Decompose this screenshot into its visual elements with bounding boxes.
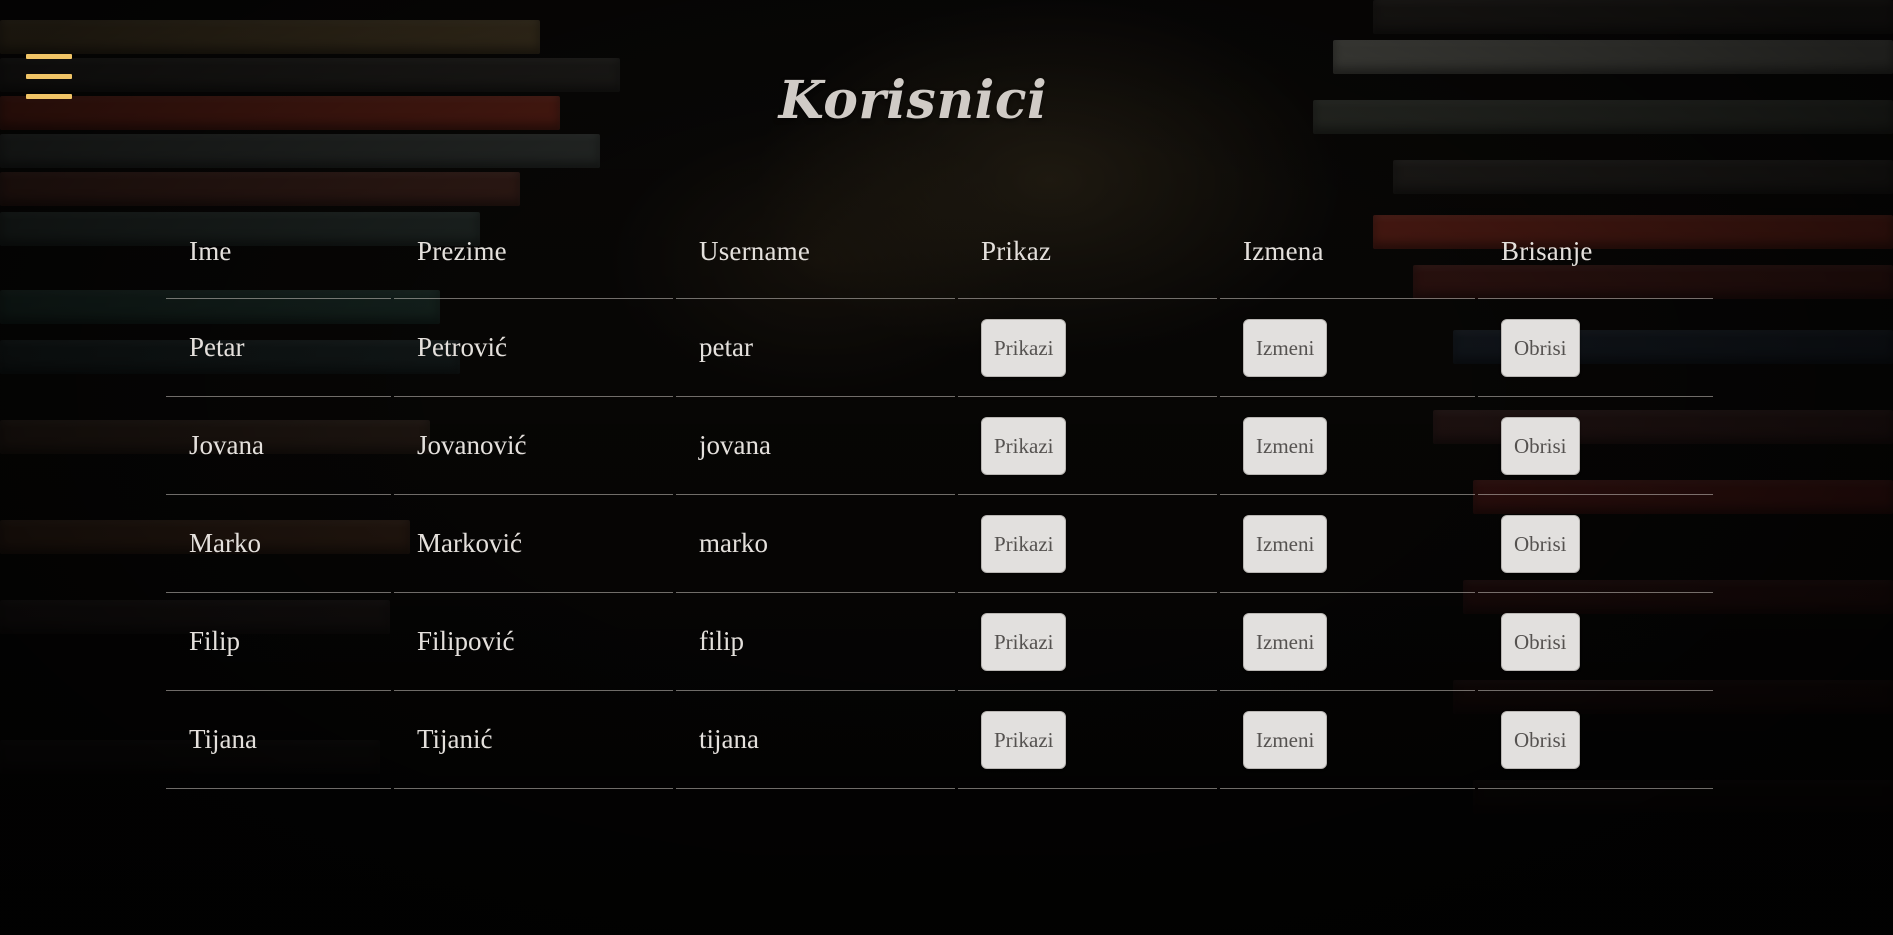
cell-prezime: Petrović [392, 298, 675, 397]
cell-username: petar [674, 298, 957, 397]
edit-button[interactable]: Izmeni [1243, 514, 1328, 573]
edit-button[interactable]: Izmeni [1243, 318, 1328, 377]
cell-prikaz: Prikazi [956, 396, 1219, 495]
column-header-prikaz: Prikaz [956, 205, 1219, 299]
view-button[interactable]: Prikazi [981, 514, 1067, 573]
cell-brisanje: Obrisi [1476, 690, 1713, 789]
view-button[interactable]: Prikazi [981, 612, 1067, 671]
cell-izmena: Izmeni [1218, 690, 1477, 789]
cell-brisanje: Obrisi [1476, 396, 1713, 495]
cell-ime: Tijana [166, 690, 393, 789]
users-table: Ime Prezime Username Prikaz Izmena Brisa… [166, 205, 1713, 789]
edit-button[interactable]: Izmeni [1243, 710, 1328, 769]
view-button[interactable]: Prikazi [981, 416, 1067, 475]
menu-bar-top [26, 54, 72, 59]
cell-prikaz: Prikazi [956, 690, 1219, 789]
cell-username: filip [674, 592, 957, 691]
cell-ime: Marko [166, 494, 393, 593]
cell-prikaz: Prikazi [956, 298, 1219, 397]
edit-button[interactable]: Izmeni [1243, 612, 1328, 671]
page-title: Korisnici [778, 70, 1048, 131]
delete-button[interactable]: Obrisi [1501, 416, 1580, 475]
cell-izmena: Izmeni [1218, 494, 1477, 593]
table-row: Filip Filipović filip Prikazi Izmeni Obr… [166, 592, 1713, 691]
page: Korisnici Ime Prezime Username Prikaz Iz… [0, 0, 1893, 935]
table-row: Petar Petrović petar Prikazi Izmeni Obri… [166, 298, 1713, 397]
column-header-username: Username [674, 205, 957, 299]
cell-username: marko [674, 494, 957, 593]
cell-ime: Jovana [166, 396, 393, 495]
view-button[interactable]: Prikazi [981, 710, 1067, 769]
cell-prezime: Marković [392, 494, 675, 593]
delete-button[interactable]: Obrisi [1501, 318, 1580, 377]
cell-prezime: Tijanić [392, 690, 675, 789]
cell-ime: Filip [166, 592, 393, 691]
column-header-ime: Ime [166, 205, 393, 299]
column-header-prezime: Prezime [392, 205, 675, 299]
cell-prezime: Jovanović [392, 396, 675, 495]
delete-button[interactable]: Obrisi [1501, 514, 1580, 573]
table-row: Tijana Tijanić tijana Prikazi Izmeni Obr… [166, 690, 1713, 789]
table-header-row: Ime Prezime Username Prikaz Izmena Brisa… [166, 205, 1713, 299]
column-header-izmena: Izmena [1218, 205, 1477, 299]
cell-brisanje: Obrisi [1476, 298, 1713, 397]
table-row: Marko Marković marko Prikazi Izmeni Obri… [166, 494, 1713, 593]
cell-ime: Petar [166, 298, 393, 397]
column-header-brisanje: Brisanje [1476, 205, 1713, 299]
cell-prikaz: Prikazi [956, 592, 1219, 691]
cell-brisanje: Obrisi [1476, 592, 1713, 691]
cell-izmena: Izmeni [1218, 396, 1477, 495]
edit-button[interactable]: Izmeni [1243, 416, 1328, 475]
cell-prikaz: Prikazi [956, 494, 1219, 593]
cell-izmena: Izmeni [1218, 592, 1477, 691]
view-button[interactable]: Prikazi [981, 318, 1067, 377]
cell-prezime: Filipović [392, 592, 675, 691]
cell-username: tijana [674, 690, 957, 789]
delete-button[interactable]: Obrisi [1501, 710, 1580, 769]
cell-username: jovana [674, 396, 957, 495]
cell-izmena: Izmeni [1218, 298, 1477, 397]
delete-button[interactable]: Obrisi [1501, 612, 1580, 671]
table-row: Jovana Jovanović jovana Prikazi Izmeni O… [166, 396, 1713, 495]
cell-brisanje: Obrisi [1476, 494, 1713, 593]
